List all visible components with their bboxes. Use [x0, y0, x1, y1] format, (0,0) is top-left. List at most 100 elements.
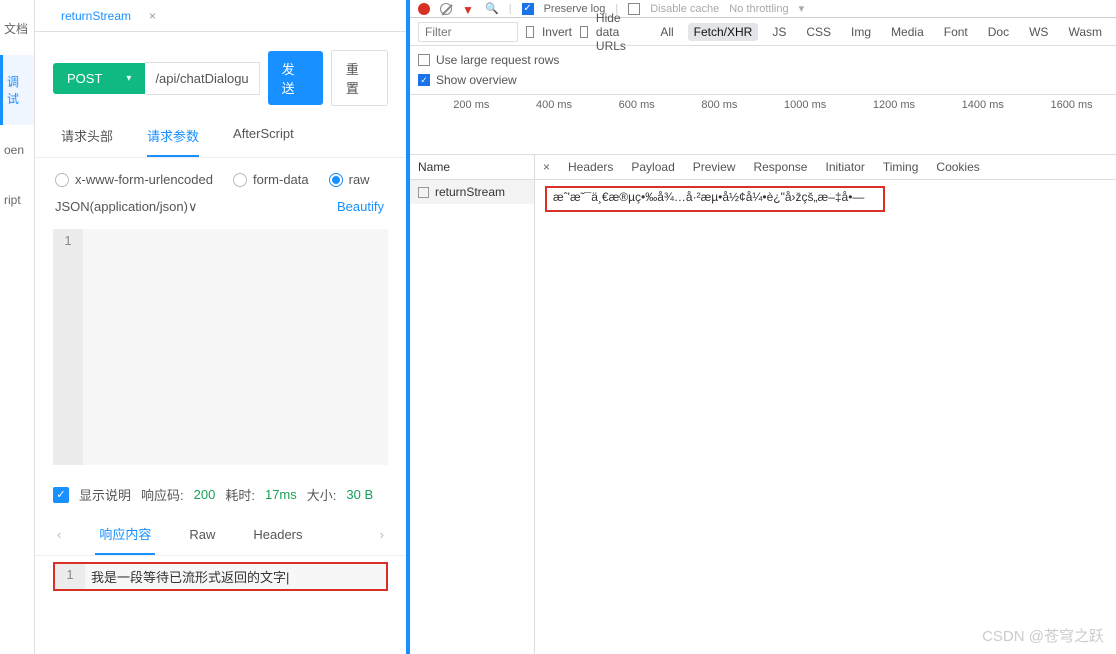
editor-gutter: 1: [53, 229, 83, 465]
large-rows-toggle[interactable]: Use large request rows: [418, 50, 1108, 70]
nav-debug[interactable]: 调试: [0, 55, 34, 125]
nav-doc[interactable]: 文档: [0, 2, 34, 55]
beautify-link[interactable]: Beautify: [337, 199, 384, 215]
filter-ws[interactable]: WS: [1023, 23, 1054, 41]
chevron-down-icon: ▾: [799, 2, 805, 15]
tick: 800 ms: [701, 99, 737, 111]
request-row[interactable]: returnStream: [410, 180, 534, 204]
tab-response[interactable]: Response: [753, 160, 807, 174]
invert-label: Invert: [542, 25, 572, 39]
nav-oen[interactable]: oen: [0, 125, 34, 175]
tab-returnstream[interactable]: returnStream: [53, 3, 139, 29]
resp-text: 我是一段等待已流形式返回的文字|: [85, 564, 386, 589]
name-header[interactable]: Name: [410, 155, 534, 180]
nav-ript[interactable]: ript: [0, 175, 34, 225]
names-column: Name returnStream: [410, 155, 535, 654]
tab-headers[interactable]: 请求头部: [61, 126, 113, 157]
clear-icon[interactable]: [440, 3, 452, 15]
tab-afterscript[interactable]: AfterScript: [233, 126, 294, 157]
response-content: æˆ'æ˜¯ä¸€æ®µç•‰å¾…å·²æµ•å½¢å¼•è¿"å›žçš„æ…: [535, 180, 1116, 218]
devtools-toolbar: ▼ 🔍 | ✓ Preserve log | Disable cache No …: [410, 0, 1116, 18]
filter-css[interactable]: CSS: [800, 23, 837, 41]
tick: 200 ms: [453, 99, 489, 111]
filter-all[interactable]: All: [654, 23, 679, 41]
filter-img[interactable]: Img: [845, 23, 877, 41]
time-value: 17ms: [265, 487, 297, 502]
content-type-row: JSON(application/json)∨ Beautify: [35, 193, 406, 225]
tick: 1000 ms: [784, 99, 826, 111]
url-input[interactable]: /api/chatDialogu: [145, 62, 259, 95]
filter-wasm[interactable]: Wasm: [1062, 23, 1108, 41]
tab-raw[interactable]: Raw: [185, 521, 219, 552]
watermark: CSDN @苍穹之跃: [982, 625, 1104, 646]
radio-urlencoded[interactable]: x-www-form-urlencoded: [55, 172, 213, 187]
tab-cookies[interactable]: Cookies: [936, 160, 979, 174]
response-body: 1 我是一段等待已流形式返回的文字|: [53, 562, 388, 591]
code-label: 响应码:: [141, 485, 184, 504]
tab-response-headers[interactable]: Headers: [249, 521, 306, 552]
tab-response-body[interactable]: 响应内容: [95, 518, 155, 555]
tab-timing[interactable]: Timing: [883, 160, 919, 174]
content-type-select[interactable]: JSON(application/json)∨: [55, 199, 197, 215]
close-icon[interactable]: ×: [141, 3, 164, 29]
row-name: returnStream: [435, 185, 505, 199]
tab-params[interactable]: 请求参数: [147, 126, 199, 157]
filter-input[interactable]: [418, 22, 518, 42]
search-icon[interactable]: 🔍: [485, 2, 499, 15]
tick: 600 ms: [619, 99, 655, 111]
row-checkbox[interactable]: [418, 187, 429, 198]
editor-code[interactable]: [83, 229, 388, 465]
left-nav: 文档 调试 oen ript: [0, 0, 35, 654]
close-detail-icon[interactable]: ×: [543, 160, 550, 174]
show-desc-label: 显示说明: [79, 485, 131, 504]
radio-formdata[interactable]: form-data: [233, 172, 309, 187]
request-body-editor[interactable]: 1: [53, 229, 388, 465]
size-value: 30 B: [346, 487, 373, 502]
garbled-response: æˆ'æ˜¯ä¸€æ®µç•‰å¾…å·²æµ•å½¢å¼•è¿"å›žçš„æ…: [545, 186, 885, 212]
detail-tabs: × Headers Payload Preview Response Initi…: [535, 155, 1116, 180]
tick: 1200 ms: [873, 99, 915, 111]
filter-doc[interactable]: Doc: [982, 23, 1015, 41]
tab-payload[interactable]: Payload: [631, 160, 674, 174]
api-panel: returnStream × POST ▾ /api/chatDialogu 发…: [35, 0, 410, 654]
filter-fetch[interactable]: Fetch/XHR: [688, 23, 759, 41]
file-tabs: returnStream ×: [35, 0, 406, 32]
method-label: POST: [67, 71, 102, 86]
tick: 1400 ms: [962, 99, 1004, 111]
status-code: 200: [194, 487, 216, 502]
method-select[interactable]: POST ▾: [53, 63, 145, 94]
record-icon[interactable]: [418, 3, 430, 15]
filter-bar: Invert Hide data URLs All Fetch/XHR JS C…: [410, 18, 1116, 46]
filter-icon[interactable]: ▼: [462, 3, 475, 14]
invert-checkbox[interactable]: [526, 26, 534, 38]
reset-button[interactable]: 重 置: [331, 50, 388, 106]
resp-gutter: 1: [55, 564, 85, 589]
filter-font[interactable]: Font: [938, 23, 974, 41]
network-grid: Name returnStream × Headers Payload Prev…: [410, 155, 1116, 654]
size-label: 大小:: [307, 485, 337, 504]
detail-pane: × Headers Payload Preview Response Initi…: [535, 155, 1116, 654]
tick: 1600 ms: [1050, 99, 1092, 111]
scroll-right-icon[interactable]: ›: [376, 521, 388, 552]
filter-media[interactable]: Media: [885, 23, 930, 41]
tab-initiator[interactable]: Initiator: [825, 160, 864, 174]
preserve-log-checkbox[interactable]: ✓: [522, 3, 534, 15]
body-type-row: x-www-form-urlencoded form-data raw: [35, 158, 406, 193]
tab-preview[interactable]: Preview: [693, 160, 736, 174]
filter-js[interactable]: JS: [766, 23, 792, 41]
request-bar: POST ▾ /api/chatDialogu 发 送 重 置: [35, 32, 406, 114]
tab-headers[interactable]: Headers: [568, 160, 613, 174]
disable-cache-label: Disable cache: [650, 3, 719, 15]
devtools-panel: ▼ 🔍 | ✓ Preserve log | Disable cache No …: [410, 0, 1116, 654]
timeline[interactable]: 200 ms 400 ms 600 ms 800 ms 1000 ms 1200…: [410, 95, 1116, 155]
radio-raw[interactable]: raw: [329, 172, 370, 187]
throttling-select[interactable]: No throttling: [729, 3, 788, 15]
send-button[interactable]: 发 送: [268, 51, 323, 105]
scroll-left-icon[interactable]: ‹: [53, 521, 65, 552]
hide-dataurls-checkbox[interactable]: [580, 26, 588, 38]
view-options: Use large request rows ✓Show overview: [410, 46, 1116, 95]
time-label: 耗时:: [225, 485, 255, 504]
tick: 400 ms: [536, 99, 572, 111]
show-desc-checkbox[interactable]: ✓: [53, 487, 69, 503]
show-overview-toggle[interactable]: ✓Show overview: [418, 70, 1108, 90]
